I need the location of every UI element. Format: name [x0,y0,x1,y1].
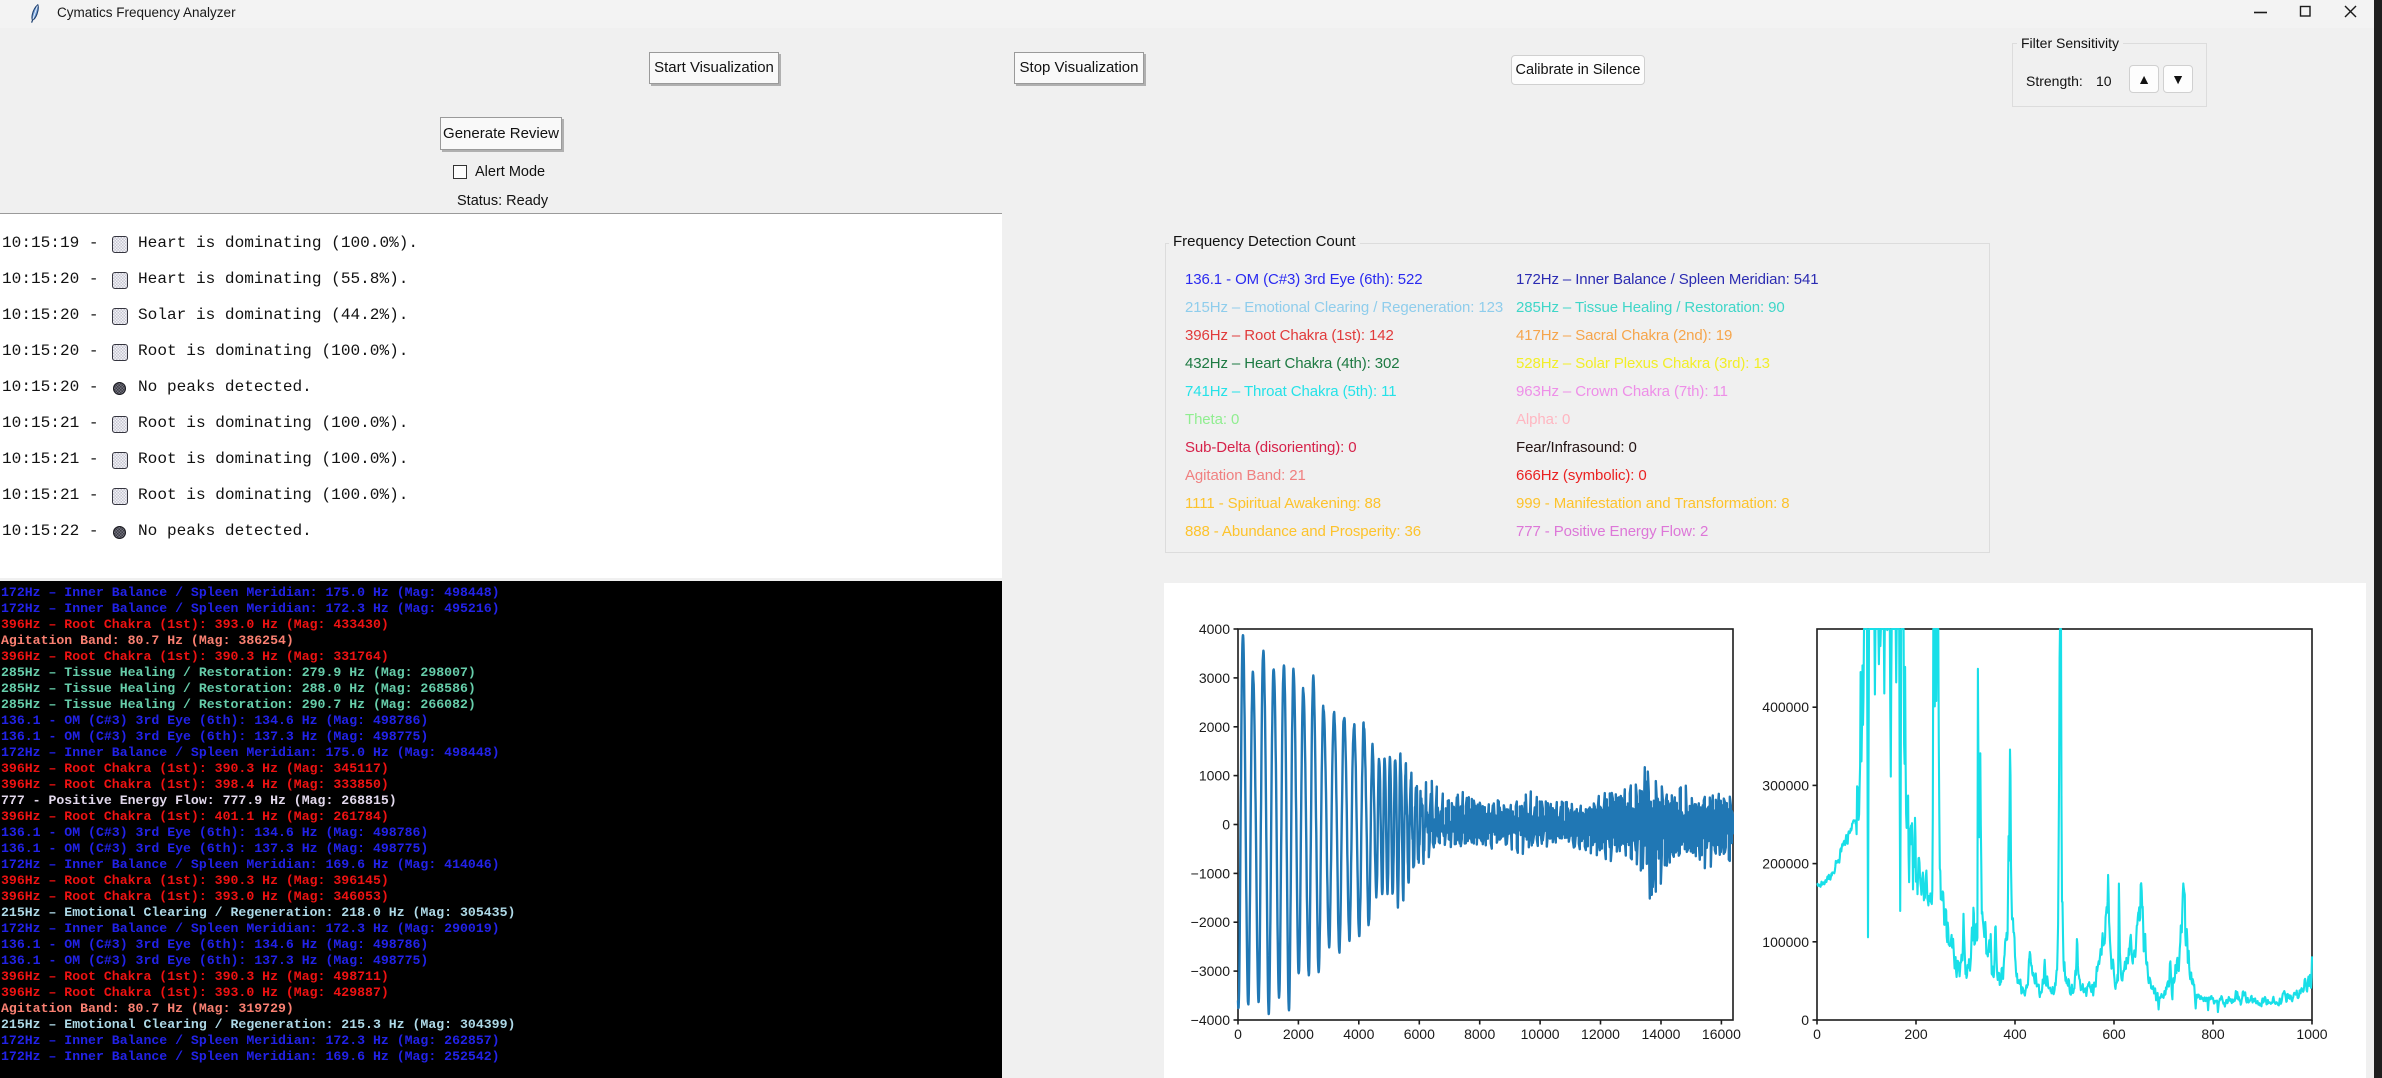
svg-text:2000: 2000 [1283,1026,1314,1042]
svg-text:−3000: −3000 [1191,963,1231,979]
svg-text:200: 200 [1904,1026,1928,1042]
svg-text:600: 600 [2102,1026,2126,1042]
svg-text:6000: 6000 [1404,1026,1435,1042]
svg-text:1000: 1000 [2296,1026,2327,1042]
svg-text:−1000: −1000 [1191,865,1231,881]
svg-text:12000: 12000 [1581,1026,1620,1042]
svg-text:4000: 4000 [1199,621,1230,637]
svg-text:16000: 16000 [1702,1026,1741,1042]
svg-text:100000: 100000 [1762,934,1809,950]
svg-text:8000: 8000 [1464,1026,1495,1042]
svg-text:400000: 400000 [1762,699,1809,715]
svg-text:3000: 3000 [1199,670,1230,686]
svg-text:0: 0 [1222,817,1230,833]
svg-text:400: 400 [2003,1026,2027,1042]
svg-text:200000: 200000 [1762,856,1809,872]
svg-text:−2000: −2000 [1191,914,1231,930]
svg-text:−4000: −4000 [1191,1012,1231,1028]
svg-text:2000: 2000 [1199,719,1230,735]
svg-text:1000: 1000 [1199,768,1230,784]
svg-text:800: 800 [2201,1026,2225,1042]
svg-text:0: 0 [1801,1012,1809,1028]
svg-text:14000: 14000 [1642,1026,1681,1042]
svg-text:10000: 10000 [1521,1026,1560,1042]
svg-text:4000: 4000 [1343,1026,1374,1042]
svg-text:0: 0 [1813,1026,1821,1042]
svg-text:0: 0 [1234,1026,1242,1042]
svg-text:300000: 300000 [1762,777,1809,793]
